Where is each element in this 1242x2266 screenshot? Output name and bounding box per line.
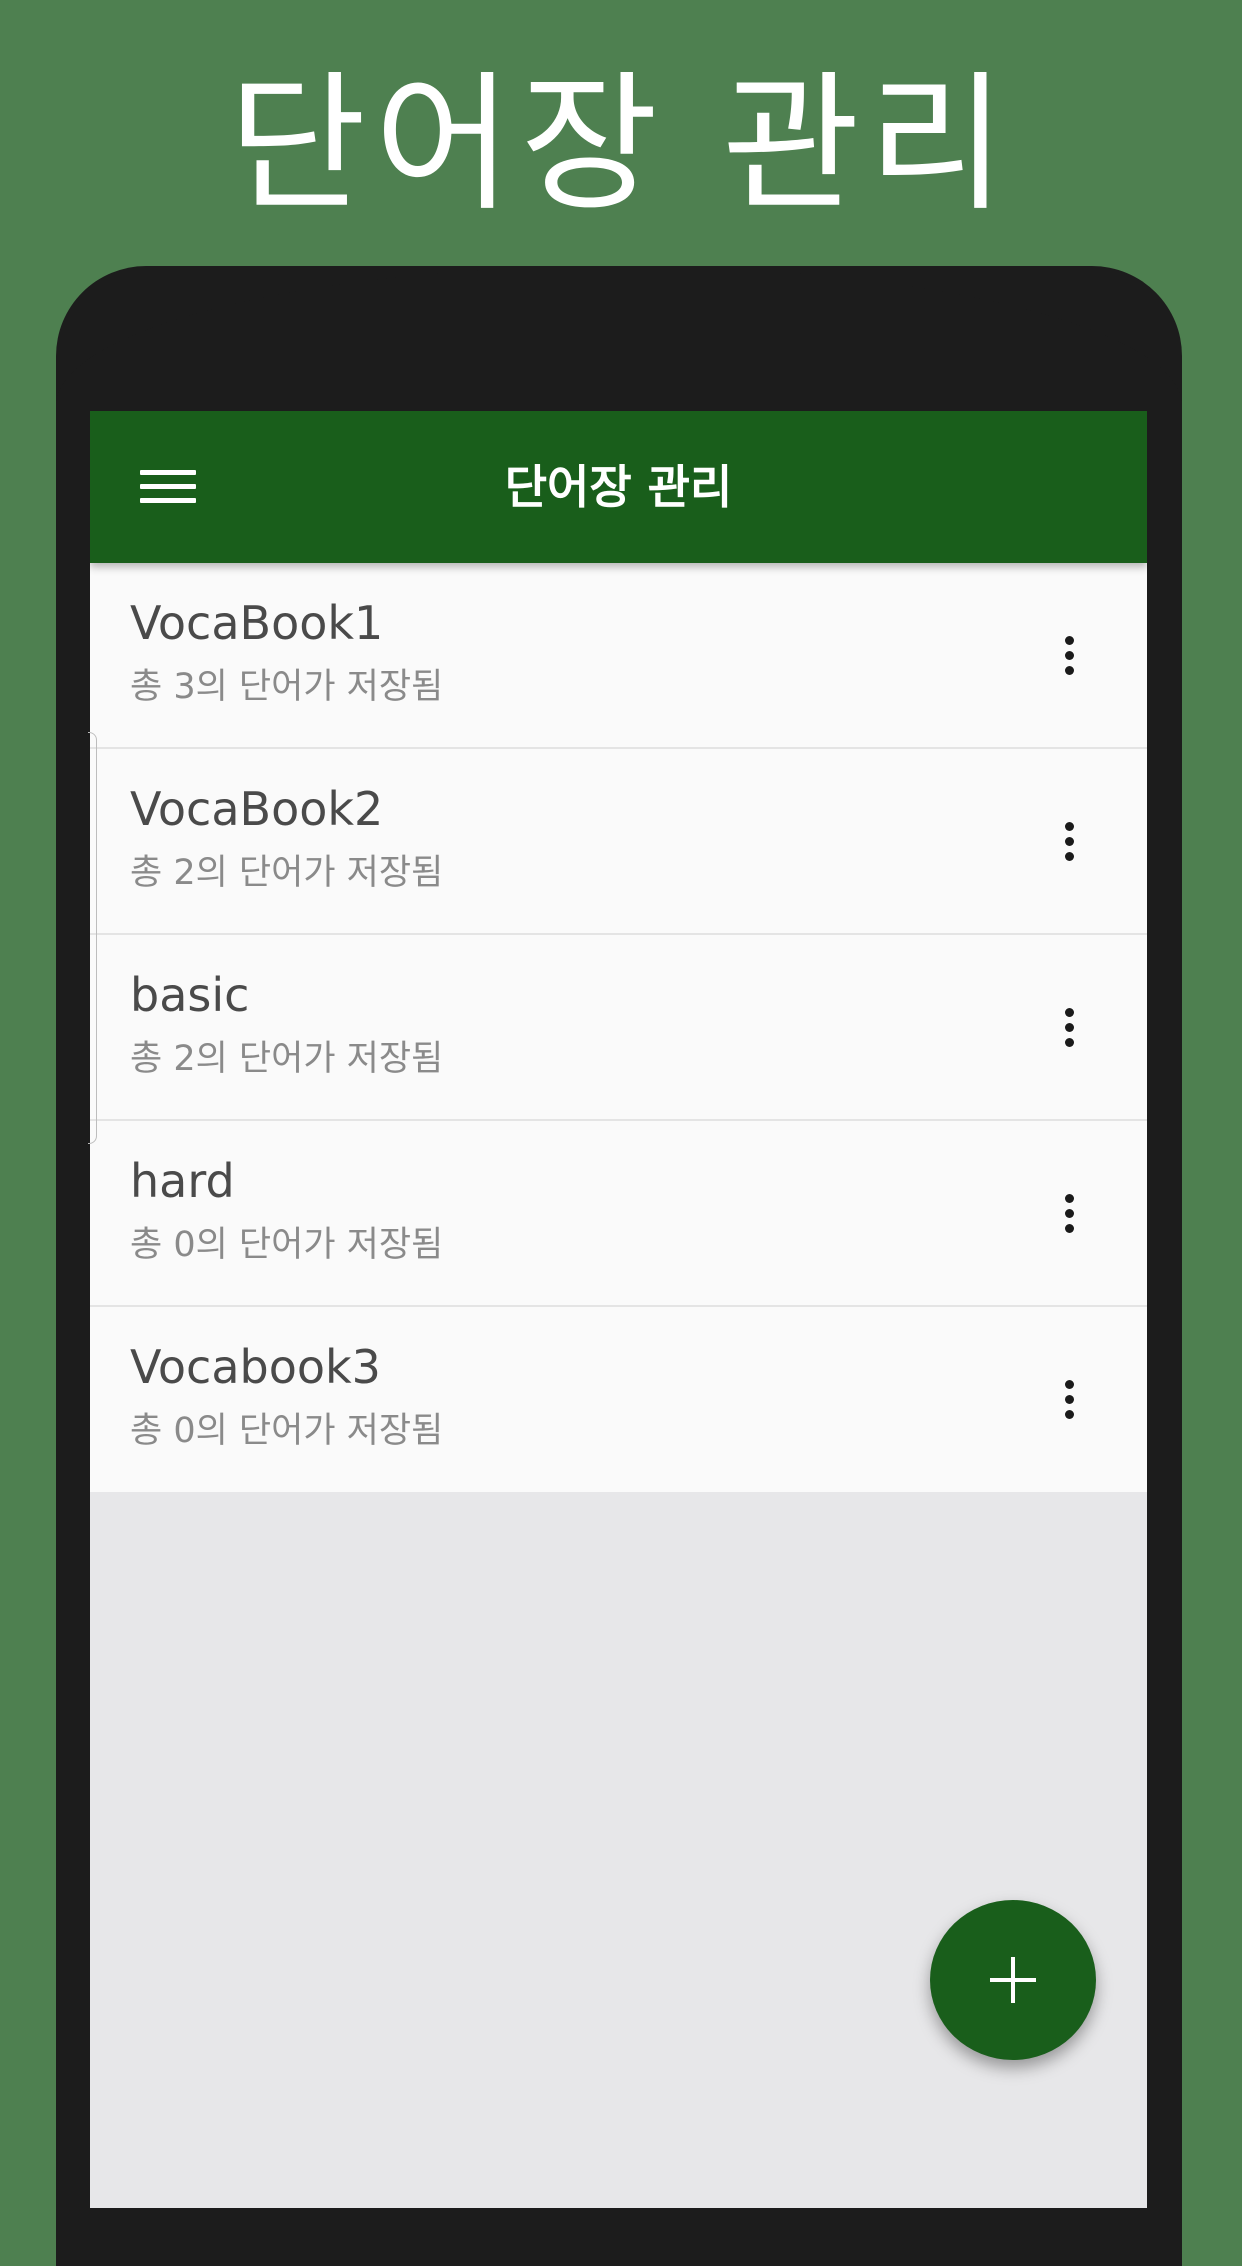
- vocab-book-name: VocaBook1: [130, 596, 384, 650]
- vocab-book-word-count: 총 2의 단어가 저장됨: [130, 853, 444, 893]
- more-vertical-icon: [1065, 1380, 1075, 1420]
- more-vertical-icon: [1065, 1008, 1075, 1048]
- vocab-book-item[interactable]: Vocabook3 총 0의 단어가 저장됨: [90, 1307, 1147, 1492]
- vocab-book-list: VocaBook1 총 3의 단어가 저장됨 VocaBook2 총 2의 단어…: [90, 563, 1147, 1492]
- vocab-book-name: Vocabook3: [130, 1340, 381, 1394]
- vocab-book-item[interactable]: basic 총 2의 단어가 저장됨: [90, 935, 1147, 1121]
- item-more-button[interactable]: [1040, 805, 1100, 879]
- more-vertical-icon: [1065, 636, 1075, 676]
- vocab-book-word-count: 총 0의 단어가 저장됨: [130, 1225, 444, 1265]
- app-bar-title: 단어장 관리: [504, 460, 733, 514]
- promo-title: 단어장 관리: [228, 58, 1014, 232]
- vocab-book-name: hard: [130, 1154, 235, 1208]
- more-vertical-icon: [1065, 1194, 1075, 1234]
- add-vocab-book-button[interactable]: [930, 1900, 1096, 2060]
- vocab-book-word-count: 총 3의 단어가 저장됨: [130, 667, 444, 707]
- vocab-book-item[interactable]: hard 총 0의 단어가 저장됨: [90, 1121, 1147, 1307]
- plus-icon: [990, 1957, 1036, 2003]
- item-more-button[interactable]: [1040, 1363, 1100, 1437]
- vocab-book-item[interactable]: VocaBook1 총 3의 단어가 저장됨: [90, 563, 1147, 749]
- item-more-button[interactable]: [1040, 991, 1100, 1065]
- menu-button[interactable]: [138, 457, 198, 517]
- vocab-book-name: basic: [130, 968, 250, 1022]
- drawer-edge-handle[interactable]: [88, 732, 97, 1144]
- item-more-button[interactable]: [1040, 619, 1100, 693]
- vocab-book-word-count: 총 2의 단어가 저장됨: [130, 1039, 444, 1079]
- vocab-book-item[interactable]: VocaBook2 총 2의 단어가 저장됨: [90, 749, 1147, 935]
- more-vertical-icon: [1065, 822, 1075, 862]
- app-bar: 단어장 관리: [90, 411, 1147, 563]
- item-more-button[interactable]: [1040, 1177, 1100, 1251]
- hamburger-menu-icon: [140, 470, 196, 504]
- vocab-book-name: VocaBook2: [130, 782, 384, 836]
- vocab-book-word-count: 총 0의 단어가 저장됨: [130, 1411, 444, 1451]
